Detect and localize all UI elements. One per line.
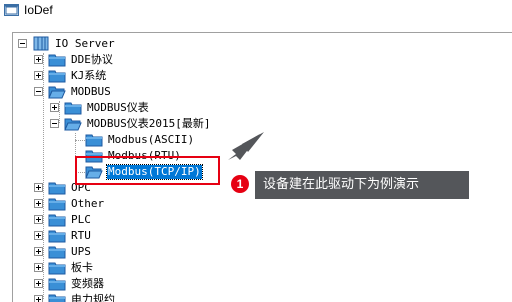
tree-node-label: MODBUS仪表 — [87, 101, 149, 114]
tree-guide-line — [59, 101, 60, 123]
tree-node-label: Modbus(ASCII) — [108, 133, 195, 146]
tree-node-label: 变频器 — [71, 277, 104, 290]
expand-toggle[interactable] — [34, 279, 43, 288]
highlight-box — [75, 156, 220, 185]
tree-node-label: RTU — [71, 229, 91, 242]
collapse-toggle[interactable] — [18, 39, 27, 48]
tree-node-label: DDE协议 — [71, 53, 113, 66]
expand-toggle[interactable] — [34, 55, 43, 64]
folder-icon — [48, 262, 66, 275]
folder-icon — [64, 102, 82, 115]
folder-icon — [48, 70, 66, 83]
expand-toggle[interactable] — [34, 247, 43, 256]
step-badge: 1 — [231, 175, 249, 193]
app-icon — [4, 4, 19, 16]
tree-guide-line — [43, 53, 44, 299]
expand-toggle[interactable] — [34, 215, 43, 224]
folder-icon — [48, 246, 66, 259]
folder-icon — [48, 278, 66, 291]
tree-node-label: KJ系统 — [71, 69, 107, 82]
annotation-callout: 设备建在此驱动下为例演示 — [255, 171, 469, 199]
tree-node-label: IO Server — [55, 37, 115, 50]
folder-open-icon — [48, 86, 66, 99]
expand-toggle[interactable] — [34, 231, 43, 240]
tree-node-label: MODBUS — [71, 85, 111, 98]
folder-icon — [48, 230, 66, 243]
tree-guide-line — [75, 140, 85, 141]
pointer-arrow-icon — [228, 132, 264, 160]
folder-icon — [85, 134, 103, 147]
tree-node-label: 板卡 — [71, 261, 93, 274]
folder-icon — [48, 198, 66, 211]
expand-toggle[interactable] — [34, 199, 43, 208]
collapse-toggle[interactable] — [34, 87, 43, 96]
folder-icon — [48, 54, 66, 67]
expand-toggle[interactable] — [50, 103, 59, 112]
tree-node-label: UPS — [71, 245, 91, 258]
tree-node-label: MODBUS仪表2015[最新] — [87, 117, 211, 130]
expand-toggle[interactable] — [34, 263, 43, 272]
folder-icon — [48, 214, 66, 227]
title-bar: IoDef — [0, 0, 512, 22]
server-icon — [33, 36, 49, 51]
folder-open-icon — [64, 118, 82, 131]
tree-node-label: Other — [71, 197, 105, 210]
expand-toggle[interactable] — [34, 183, 43, 192]
window-title: IoDef — [24, 3, 53, 17]
collapse-toggle[interactable] — [50, 119, 59, 128]
tree-node-label: PLC — [71, 213, 91, 226]
folder-icon — [48, 182, 66, 195]
expand-toggle[interactable] — [34, 71, 43, 80]
